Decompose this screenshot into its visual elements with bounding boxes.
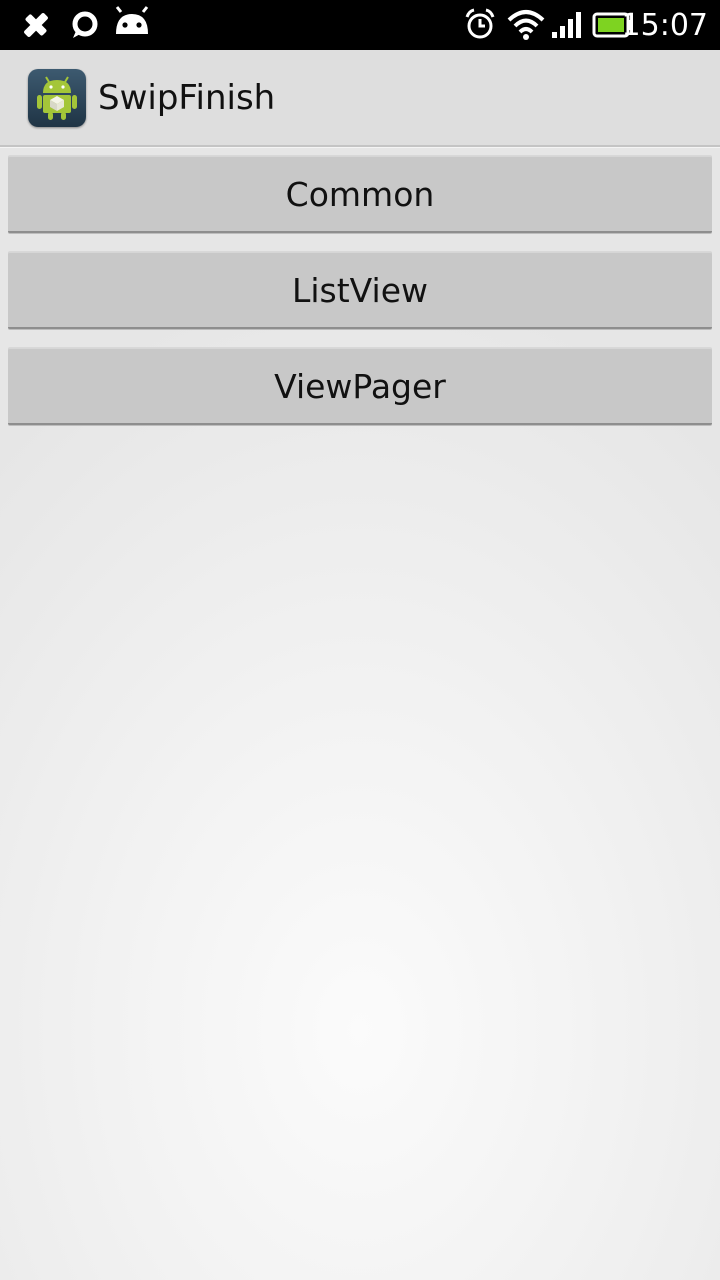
chat-bubble-icon bbox=[72, 11, 98, 38]
android-app-icon[interactable] bbox=[28, 69, 86, 127]
listview-button[interactable]: ListView bbox=[8, 251, 712, 329]
android-robot-icon bbox=[37, 76, 77, 120]
status-time: 15:07 bbox=[621, 8, 708, 43]
wifi-icon bbox=[507, 10, 545, 40]
app-title: SwipFinish bbox=[98, 78, 276, 118]
notification-icon bbox=[24, 13, 48, 37]
viewpager-button[interactable]: ViewPager bbox=[8, 347, 712, 425]
signal-icon bbox=[552, 12, 581, 38]
action-bar: SwipFinish bbox=[0, 50, 720, 147]
status-bar: 15:07 bbox=[0, 0, 720, 50]
alarm-icon bbox=[465, 8, 495, 39]
button-list: Common ListView ViewPager bbox=[8, 155, 712, 443]
android-icon bbox=[115, 6, 149, 34]
common-button[interactable]: Common bbox=[8, 155, 712, 233]
